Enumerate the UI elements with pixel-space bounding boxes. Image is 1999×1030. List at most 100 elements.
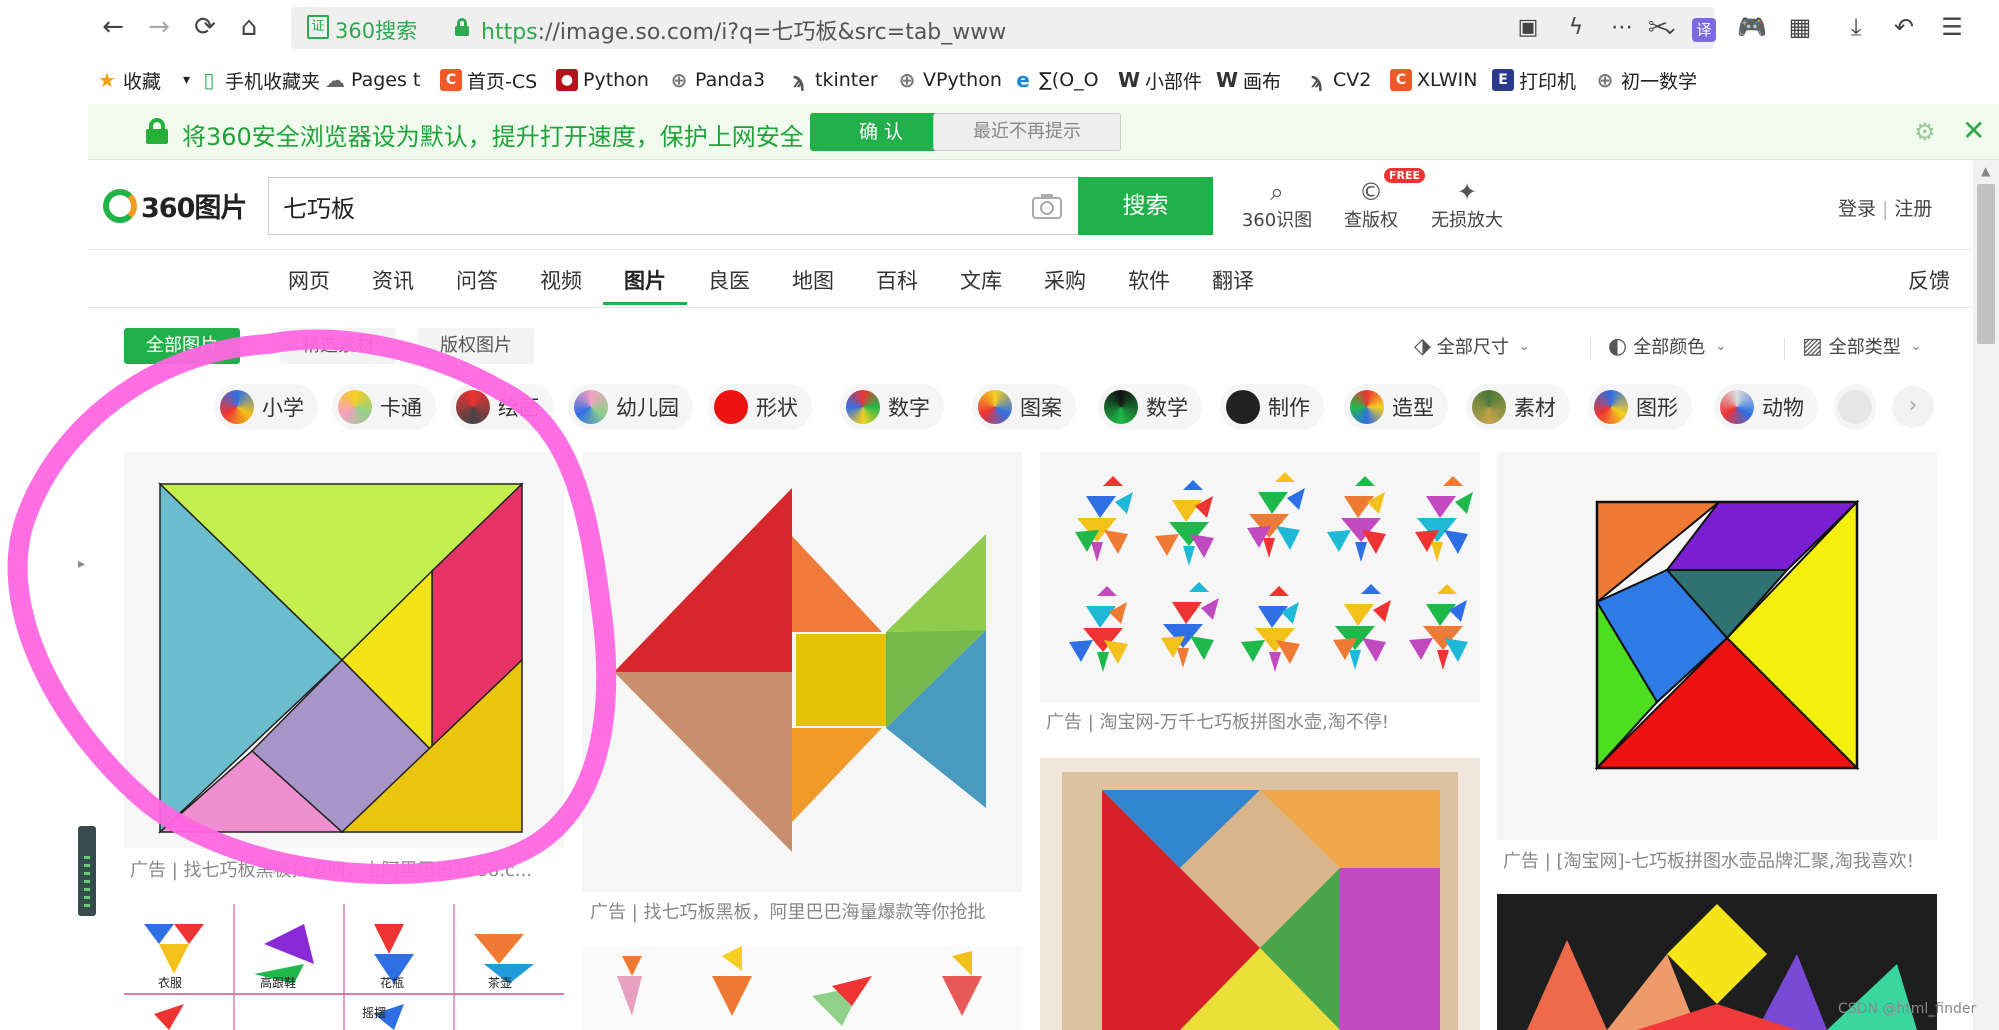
related-tag[interactable]: 动物: [1714, 384, 1818, 430]
related-tag[interactable]: 小学: [214, 384, 318, 430]
bookmark-item[interactable]: ⊕ Panda3: [668, 66, 765, 94]
tab-0[interactable]: 网页: [288, 265, 330, 295]
result-caption[interactable]: 广告 | 找七巧板黑板批发网，上阿里巴巴1688.c...: [130, 856, 570, 882]
tab-1[interactable]: 资讯: [372, 265, 414, 295]
related-tag[interactable]: [1834, 384, 1876, 430]
result-image-tangram-wooden[interactable]: [1040, 758, 1480, 1030]
search-input[interactable]: [283, 192, 983, 220]
result-image-tangram-chart[interactable]: 衣服 高跟鞋 花瓶 茶壶 摇摆: [124, 904, 564, 1030]
feedback-link[interactable]: 反馈: [1908, 265, 1950, 295]
login-link[interactable]: 登录: [1838, 198, 1876, 220]
related-tag[interactable]: 图形: [1588, 384, 1692, 430]
bookmark-item[interactable]: W 小部件: [1118, 66, 1202, 94]
chevron-right-icon[interactable]: ›: [1892, 386, 1934, 428]
camera-icon[interactable]: [1031, 192, 1063, 220]
result-caption[interactable]: 广告 | 淘宝网-万千七巧板拼图水壶,淘不停!: [1046, 708, 1486, 734]
header-tool-magic[interactable]: ✦ 无损放大: [1422, 178, 1512, 232]
bookmark-item[interactable]: e ∑(O_O: [1012, 66, 1098, 94]
result-caption[interactable]: 广告 | [淘宝网]-七巧板拼图水壶品牌汇聚,淘我喜欢!: [1503, 847, 1943, 873]
tab-9[interactable]: 采购: [1044, 265, 1086, 295]
translate-icon[interactable]: 译: [1688, 11, 1720, 43]
confirm-button[interactable]: 确 认: [810, 113, 952, 151]
result-image-tangram-square[interactable]: [124, 452, 564, 848]
figure-piece: [1258, 606, 1288, 628]
url-text[interactable]: https://image.so.com/i?q=七巧板&src=tab_www: [481, 14, 1006, 46]
tab-4[interactable]: 图片: [624, 265, 666, 295]
bookmark-item[interactable]: W 画布: [1216, 66, 1281, 94]
related-tag[interactable]: 形状: [708, 384, 812, 430]
image-icon[interactable]: ▣: [1513, 13, 1543, 43]
related-tag[interactable]: 卡通: [332, 384, 436, 430]
gamepad-icon[interactable]: 🎮: [1736, 11, 1768, 43]
divider: [1590, 338, 1591, 360]
related-tag[interactable]: 造型: [1344, 384, 1448, 430]
menu-icon[interactable]: ☰: [1936, 11, 1968, 43]
bookmark-item[interactable]: C XLWIN: [1390, 66, 1477, 94]
filter-button[interactable]: 精选素材: [280, 328, 396, 364]
scroll-up-arrow-icon[interactable]: ▲: [1981, 164, 1990, 178]
search-button[interactable]: 搜索: [1078, 177, 1213, 235]
tab-10[interactable]: 软件: [1128, 265, 1170, 295]
reload-button[interactable]: ⟳: [190, 12, 220, 42]
header-tool-copyright[interactable]: © 查版权: [1326, 178, 1416, 232]
bookmark-item[interactable]: ● Python: [556, 66, 649, 94]
bookmark-item[interactable]: ⊕ VPython: [896, 66, 1002, 94]
forward-button[interactable]: →: [144, 12, 174, 42]
chevron-down-icon[interactable]: ▾: [183, 72, 190, 88]
bookmark-item[interactable]: E 打印机: [1492, 66, 1576, 94]
related-tag[interactable]: 幼儿园: [568, 384, 693, 430]
bookmark-item[interactable]: ϡ tkinter: [788, 66, 878, 94]
header-tool-scan[interactable]: ⌕ 360识图: [1232, 178, 1322, 232]
bookmark-item[interactable]: ☁ Pages t: [324, 66, 420, 94]
tab-11[interactable]: 翻译: [1212, 265, 1254, 295]
bookmark-item[interactable]: ▯ 手机收藏夹: [198, 66, 320, 94]
related-tag[interactable]: 数字: [840, 384, 944, 430]
figure-piece: [1344, 604, 1374, 626]
tab-6[interactable]: 地图: [792, 265, 834, 295]
download-icon[interactable]: ⤓: [1840, 11, 1872, 43]
dropdown-label: 全部颜色: [1633, 337, 1706, 358]
back-button[interactable]: ←: [98, 12, 128, 42]
bookmark-item[interactable]: ⊕ 初一数学: [1594, 66, 1697, 94]
result-caption[interactable]: 广告 | 找七巧板黑板，阿里巴巴海量爆款等你抢批: [590, 898, 1030, 924]
address-bar[interactable]: 证 360搜索 https://image.so.com/i?q=七巧板&src…: [291, 7, 1714, 49]
result-image-tangram-fish[interactable]: [582, 452, 1022, 892]
result-image-tangram-figures[interactable]: [1040, 452, 1480, 702]
close-icon[interactable]: ✕: [1962, 114, 1985, 147]
dismiss-button[interactable]: 最近不再提示: [933, 113, 1121, 151]
related-tag[interactable]: 图案: [972, 384, 1076, 430]
tab-3[interactable]: 视频: [540, 265, 582, 295]
scroll-thumb[interactable]: [1977, 184, 1995, 344]
bookmark-item[interactable]: ★ 收藏 ▾: [96, 66, 190, 94]
filter-button[interactable]: 版权图片: [418, 328, 534, 364]
filter-dropdown[interactable]: ▨ 全部类型 ⌄: [1802, 333, 1922, 359]
expand-arrow-icon[interactable]: ▸: [78, 556, 85, 572]
gear-icon[interactable]: ⚙: [1914, 118, 1936, 146]
home-button[interactable]: ⌂: [234, 12, 264, 42]
tab-8[interactable]: 文库: [960, 265, 1002, 295]
lightning-icon[interactable]: ϟ: [1561, 13, 1591, 43]
bookmark-item[interactable]: C 首页-CS: [440, 66, 537, 94]
tab-2[interactable]: 问答: [456, 265, 498, 295]
related-tag[interactable]: 绘画: [450, 384, 554, 430]
result-image-tangram-figures-2[interactable]: [582, 946, 1022, 1030]
undo-icon[interactable]: ↶: [1888, 11, 1920, 43]
related-tag[interactable]: 数学: [1098, 384, 1202, 430]
bookmark-item[interactable]: ϡ CV2: [1306, 66, 1372, 94]
related-tag[interactable]: 制作: [1220, 384, 1324, 430]
filter-button[interactable]: 全部图片: [124, 328, 240, 364]
volume-meter-widget[interactable]: [78, 826, 96, 916]
site-logo[interactable]: 360图片: [103, 186, 247, 225]
related-tag[interactable]: 素材: [1466, 384, 1570, 430]
result-image-tangram-colorful[interactable]: [1497, 452, 1937, 840]
tab-5[interactable]: 良医: [708, 265, 750, 295]
scissors-icon[interactable]: ✂: [1642, 11, 1674, 43]
filter-dropdown[interactable]: ⬗ 全部尺寸 ⌄: [1414, 333, 1530, 359]
page-scrollbar[interactable]: ▲: [1973, 160, 1999, 1030]
tab-7[interactable]: 百科: [876, 265, 918, 295]
register-link[interactable]: 注册: [1894, 198, 1932, 220]
tangram-figure: [1415, 476, 1473, 562]
more-icon[interactable]: ⋯: [1607, 13, 1637, 43]
filter-dropdown[interactable]: ◐ 全部颜色 ⌄: [1608, 333, 1726, 359]
apps-grid-icon[interactable]: ▦: [1784, 11, 1816, 43]
